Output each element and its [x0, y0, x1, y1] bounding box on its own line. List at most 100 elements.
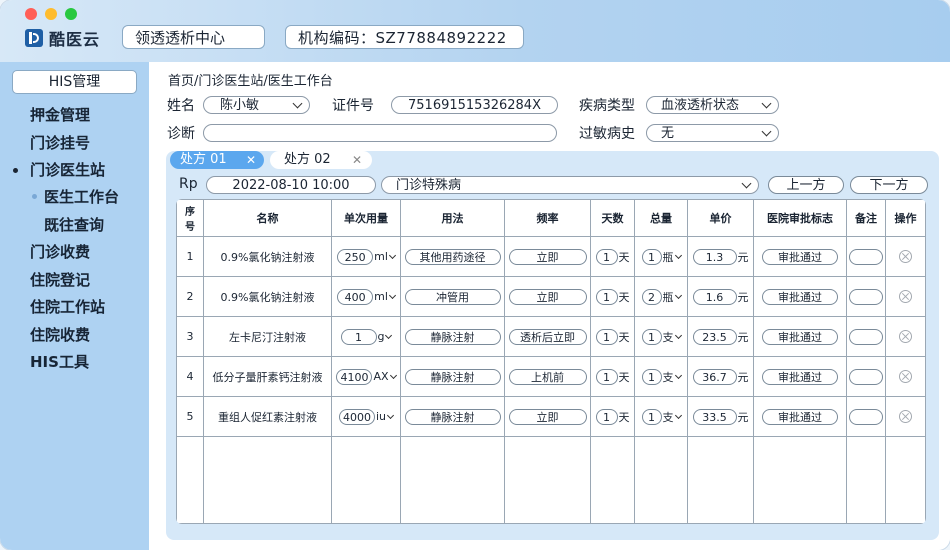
approval-badge[interactable]: 审批通过 — [762, 328, 838, 345]
dose-cell: 250 ml — [331, 236, 401, 277]
price-input[interactable]: 1.6 — [692, 288, 737, 305]
header-approval: 医院审批标志 — [753, 199, 847, 237]
total-input[interactable]: 2 — [641, 288, 662, 305]
total-input[interactable]: 1 — [641, 408, 662, 425]
sidebar-item-admission[interactable]: 住院登记 — [30, 269, 90, 290]
sidebar-item-outpatient-doctor[interactable]: 门诊医生站 — [30, 159, 105, 180]
window-close-dot[interactable] — [25, 8, 37, 20]
center-name-field[interactable]: 领透透析中心 — [122, 25, 265, 49]
chevron-down-icon[interactable] — [674, 411, 682, 419]
chevron-down-icon[interactable] — [674, 291, 682, 299]
price-input[interactable]: 33.5 — [692, 408, 737, 425]
usage-select[interactable]: 其他用药途径 — [404, 248, 501, 265]
delete-circle-icon[interactable] — [899, 410, 912, 424]
disease-select[interactable]: 血液透析状态 — [646, 96, 779, 114]
close-icon[interactable]: ✕ — [352, 151, 362, 169]
window-minimize-dot[interactable] — [45, 8, 57, 20]
prev-prescription-button[interactable]: 上一方 — [768, 176, 844, 194]
sidebar-item-deposit[interactable]: 押金管理 — [30, 104, 90, 125]
rp-datetime-field[interactable]: 2022-08-10 10:00 — [206, 176, 376, 194]
header-total: 总量 — [634, 199, 688, 237]
note-input[interactable] — [849, 288, 883, 305]
sidebar-item-inpatient-station[interactable]: 住院工作站 — [30, 296, 105, 317]
dose-input[interactable]: 250 — [337, 248, 374, 265]
sidebar-item-outpatient-billing[interactable]: 门诊收费 — [30, 241, 90, 262]
chevron-down-icon[interactable] — [389, 371, 397, 379]
price-input[interactable]: 1.3 — [692, 248, 737, 265]
next-prescription-button[interactable]: 下一方 — [850, 176, 928, 194]
close-icon[interactable]: ✕ — [246, 151, 256, 169]
price-unit: 元 — [737, 330, 749, 344]
delete-circle-icon[interactable] — [899, 330, 912, 344]
table-row: 3 左卡尼汀注射液 1g 静脉注射 透析后立即 1天 1支 23.5 元 审批通过 — [176, 316, 926, 357]
dose-input[interactable]: 4100 — [336, 368, 373, 385]
frequency-select[interactable]: 立即 — [508, 408, 587, 425]
days-input[interactable]: 1 — [595, 248, 618, 265]
days-input[interactable]: 1 — [595, 328, 618, 345]
dose-input[interactable]: 1 — [340, 328, 377, 345]
total-input[interactable]: 1 — [641, 368, 662, 385]
rp-type-select[interactable]: 门诊特殊病 — [381, 176, 759, 194]
dose-input[interactable]: 400 — [337, 288, 374, 305]
sidebar-title[interactable]: HIS管理 — [12, 70, 137, 94]
chevron-down-icon[interactable] — [674, 251, 682, 259]
price-unit: 元 — [737, 410, 749, 424]
usage-select[interactable]: 静脉注射 — [404, 368, 501, 385]
approval-badge[interactable]: 审批通过 — [762, 408, 838, 425]
allergy-select[interactable]: 无 — [646, 124, 779, 142]
usage-cell: 静脉注射 — [400, 316, 505, 357]
dose-input[interactable]: 4000 — [338, 408, 375, 425]
sidebar-item-registration[interactable]: 门诊挂号 — [30, 132, 90, 153]
price-input[interactable]: 23.5 — [692, 328, 737, 345]
empty-cell — [687, 436, 754, 524]
frequency-select[interactable]: 上机前 — [508, 368, 587, 385]
chevron-down-icon[interactable] — [388, 291, 396, 299]
delete-circle-icon[interactable] — [899, 250, 912, 264]
delete-circle-icon[interactable] — [899, 370, 912, 384]
approval-badge[interactable]: 审批通过 — [762, 288, 838, 305]
usage-select[interactable]: 冲管用 — [404, 288, 501, 305]
days-input[interactable]: 1 — [595, 408, 618, 425]
total-unit: 支 — [662, 410, 674, 424]
chevron-down-icon[interactable] — [385, 331, 393, 339]
window-maximize-dot[interactable] — [65, 8, 77, 20]
dose-unit: ml — [374, 290, 388, 303]
total-input[interactable]: 1 — [641, 248, 662, 265]
empty-cell — [846, 436, 886, 524]
chevron-down-icon[interactable] — [674, 331, 682, 339]
sidebar-item-his-tools[interactable]: HIS工具 — [30, 351, 89, 372]
chevron-down-icon[interactable] — [388, 251, 396, 259]
total-cell: 1支 — [634, 316, 688, 357]
chevron-down-icon[interactable] — [674, 371, 682, 379]
diagnosis-input[interactable] — [203, 124, 557, 142]
chevron-down-icon[interactable] — [386, 411, 395, 419]
frequency-select[interactable]: 透析后立即 — [508, 328, 587, 345]
note-input[interactable] — [849, 248, 883, 265]
frequency-select[interactable]: 立即 — [508, 248, 587, 265]
approval-badge[interactable]: 审批通过 — [762, 368, 838, 385]
sidebar-item-workbench[interactable]: 医生工作台 — [44, 186, 119, 207]
price-input[interactable]: 36.7 — [692, 368, 737, 385]
id-field[interactable]: 751691515326284X — [391, 96, 558, 114]
total-input[interactable]: 1 — [641, 328, 662, 345]
freq-cell: 立即 — [504, 276, 591, 317]
name-select[interactable]: 陈小敏 — [203, 96, 310, 114]
usage-select[interactable]: 静脉注射 — [404, 408, 501, 425]
sidebar-item-inpatient-billing[interactable]: 住院收费 — [30, 324, 90, 345]
note-input[interactable] — [849, 328, 883, 345]
note-input[interactable] — [849, 368, 883, 385]
usage-select[interactable]: 静脉注射 — [404, 328, 501, 345]
row-no: 1 — [176, 236, 204, 277]
sidebar-item-history[interactable]: 既往查询 — [44, 214, 104, 235]
rp-label: Rp — [179, 176, 198, 192]
note-input[interactable] — [849, 408, 883, 425]
days-input[interactable]: 1 — [595, 368, 618, 385]
freq-cell: 立即 — [504, 236, 591, 277]
frequency-select[interactable]: 立即 — [508, 288, 587, 305]
days-input[interactable]: 1 — [595, 288, 618, 305]
approval-badge[interactable]: 审批通过 — [762, 248, 838, 265]
total-unit: 瓶 — [662, 290, 674, 304]
header-no: 序号 — [176, 199, 204, 237]
note-cell — [846, 276, 886, 317]
delete-circle-icon[interactable] — [899, 290, 912, 304]
